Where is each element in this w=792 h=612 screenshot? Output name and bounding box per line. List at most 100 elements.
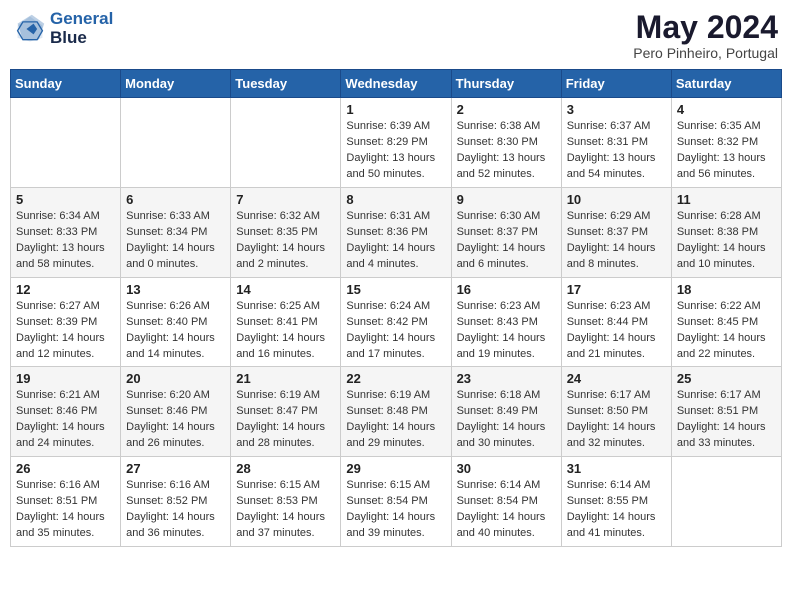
day-number: 17 [567,282,666,297]
day-info: Sunrise: 6:18 AMSunset: 8:49 PMDaylight:… [457,388,556,452]
day-info: Sunrise: 6:17 AMSunset: 8:50 PMDaylight:… [567,388,666,452]
calendar-cell: 29 Sunrise: 6:15 AMSunset: 8:54 PMDayligh… [341,457,451,547]
calendar-cell: 23 Sunrise: 6:18 AMSunset: 8:49 PMDayligh… [451,367,561,457]
logo: General Blue [14,10,113,47]
day-number: 20 [126,371,225,386]
logo-general: General [50,9,113,28]
day-info: Sunrise: 6:14 AMSunset: 8:55 PMDaylight:… [567,478,666,542]
calendar-cell: 28 Sunrise: 6:15 AMSunset: 8:53 PMDayligh… [231,457,341,547]
day-number: 25 [677,371,776,386]
day-info: Sunrise: 6:20 AMSunset: 8:46 PMDaylight:… [126,388,225,452]
calendar-cell: 26 Sunrise: 6:16 AMSunset: 8:51 PMDayligh… [11,457,121,547]
day-info: Sunrise: 6:14 AMSunset: 8:54 PMDaylight:… [457,478,556,542]
weekday-header-wednesday: Wednesday [341,70,451,98]
calendar-cell: 4 Sunrise: 6:35 AMSunset: 8:32 PMDaylight… [671,98,781,188]
weekday-header-thursday: Thursday [451,70,561,98]
calendar-cell: 8Sunrise: 6:31 AMSunset: 8:36 PMDaylight… [341,187,451,277]
day-number: 12 [16,282,115,297]
day-info: Sunrise: 6:29 AMSunset: 8:37 PMDaylight:… [567,209,666,273]
weekday-header-friday: Friday [561,70,671,98]
day-info: Sunrise: 6:39 AMSunset: 8:29 PMDaylight:… [346,119,445,183]
day-number: 5 [16,192,115,207]
day-number: 18 [677,282,776,297]
day-info: Sunrise: 6:32 AMSunset: 8:35 PMDaylight:… [236,209,335,273]
day-number: 24 [567,371,666,386]
day-number: 23 [457,371,556,386]
day-number: 9 [457,192,556,207]
day-number: 6 [126,192,225,207]
day-number: 2 [457,102,556,117]
title-block: May 2024 Pero Pinheiro, Portugal [633,10,778,61]
day-info: Sunrise: 6:35 AMSunset: 8:32 PMDaylight:… [677,119,776,183]
day-number: 14 [236,282,335,297]
location-subtitle: Pero Pinheiro, Portugal [633,45,778,61]
logo-blue: Blue [50,29,113,48]
day-number: 13 [126,282,225,297]
calendar-cell: 10 Sunrise: 6:29 AMSunset: 8:37 PMDayligh… [561,187,671,277]
day-info: Sunrise: 6:38 AMSunset: 8:30 PMDaylight:… [457,119,556,183]
day-info: Sunrise: 6:22 AMSunset: 8:45 PMDaylight:… [677,299,776,363]
calendar-cell: 2 Sunrise: 6:38 AMSunset: 8:30 PMDaylight… [451,98,561,188]
calendar-week-4: 19 Sunrise: 6:21 AMSunset: 8:46 PMDayligh… [11,367,782,457]
calendar-cell: 15Sunrise: 6:24 AMSunset: 8:42 PMDayligh… [341,277,451,367]
day-info: Sunrise: 6:26 AMSunset: 8:40 PMDaylight:… [126,299,225,363]
calendar-cell: 12Sunrise: 6:27 AMSunset: 8:39 PMDayligh… [11,277,121,367]
calendar-cell: 16 Sunrise: 6:23 AMSunset: 8:43 PMDayligh… [451,277,561,367]
calendar-table: SundayMondayTuesdayWednesdayThursdayFrid… [10,69,782,547]
logo-text: General Blue [50,10,113,47]
day-info: Sunrise: 6:21 AMSunset: 8:46 PMDaylight:… [16,388,115,452]
day-number: 29 [346,461,445,476]
weekday-header-monday: Monday [121,70,231,98]
day-number: 3 [567,102,666,117]
weekday-header-saturday: Saturday [671,70,781,98]
calendar-cell: 20 Sunrise: 6:20 AMSunset: 8:46 PMDayligh… [121,367,231,457]
calendar-cell: 13 Sunrise: 6:26 AMSunset: 8:40 PMDayligh… [121,277,231,367]
month-title: May 2024 [633,10,778,45]
day-number: 28 [236,461,335,476]
calendar-cell: 5Sunrise: 6:34 AMSunset: 8:33 PMDaylight… [11,187,121,277]
day-info: Sunrise: 6:19 AMSunset: 8:48 PMDaylight:… [346,388,445,452]
day-info: Sunrise: 6:16 AMSunset: 8:52 PMDaylight:… [126,478,225,542]
day-number: 10 [567,192,666,207]
calendar-week-1: 1 Sunrise: 6:39 AMSunset: 8:29 PMDaylight… [11,98,782,188]
calendar-cell [121,98,231,188]
day-info: Sunrise: 6:15 AMSunset: 8:53 PMDaylight:… [236,478,335,542]
day-number: 22 [346,371,445,386]
day-number: 4 [677,102,776,117]
day-number: 1 [346,102,445,117]
calendar-cell: 22 Sunrise: 6:19 AMSunset: 8:48 PMDayligh… [341,367,451,457]
day-number: 26 [16,461,115,476]
day-number: 7 [236,192,335,207]
calendar-cell: 17 Sunrise: 6:23 AMSunset: 8:44 PMDayligh… [561,277,671,367]
day-number: 19 [16,371,115,386]
calendar-cell: 11 Sunrise: 6:28 AMSunset: 8:38 PMDayligh… [671,187,781,277]
calendar-cell [671,457,781,547]
calendar-cell [11,98,121,188]
day-info: Sunrise: 6:33 AMSunset: 8:34 PMDaylight:… [126,209,225,273]
calendar-cell: 24 Sunrise: 6:17 AMSunset: 8:50 PMDayligh… [561,367,671,457]
day-number: 16 [457,282,556,297]
calendar-cell: 19 Sunrise: 6:21 AMSunset: 8:46 PMDayligh… [11,367,121,457]
calendar-cell: 9Sunrise: 6:30 AMSunset: 8:37 PMDaylight… [451,187,561,277]
logo-icon [14,13,46,45]
day-info: Sunrise: 6:15 AMSunset: 8:54 PMDaylight:… [346,478,445,542]
day-info: Sunrise: 6:19 AMSunset: 8:47 PMDaylight:… [236,388,335,452]
calendar-cell: 27Sunrise: 6:16 AMSunset: 8:52 PMDayligh… [121,457,231,547]
day-info: Sunrise: 6:23 AMSunset: 8:44 PMDaylight:… [567,299,666,363]
day-info: Sunrise: 6:25 AMSunset: 8:41 PMDaylight:… [236,299,335,363]
calendar-cell: 18 Sunrise: 6:22 AMSunset: 8:45 PMDayligh… [671,277,781,367]
page-header: General Blue May 2024 Pero Pinheiro, Por… [10,10,782,61]
day-info: Sunrise: 6:23 AMSunset: 8:43 PMDaylight:… [457,299,556,363]
calendar-cell: 6 Sunrise: 6:33 AMSunset: 8:34 PMDaylight… [121,187,231,277]
calendar-cell: 3 Sunrise: 6:37 AMSunset: 8:31 PMDaylight… [561,98,671,188]
day-number: 11 [677,192,776,207]
day-info: Sunrise: 6:28 AMSunset: 8:38 PMDaylight:… [677,209,776,273]
weekday-header-tuesday: Tuesday [231,70,341,98]
day-info: Sunrise: 6:37 AMSunset: 8:31 PMDaylight:… [567,119,666,183]
calendar-cell: 14 Sunrise: 6:25 AMSunset: 8:41 PMDayligh… [231,277,341,367]
calendar-cell: 30 Sunrise: 6:14 AMSunset: 8:54 PMDayligh… [451,457,561,547]
day-info: Sunrise: 6:16 AMSunset: 8:51 PMDaylight:… [16,478,115,542]
calendar-cell [231,98,341,188]
day-number: 21 [236,371,335,386]
day-number: 30 [457,461,556,476]
